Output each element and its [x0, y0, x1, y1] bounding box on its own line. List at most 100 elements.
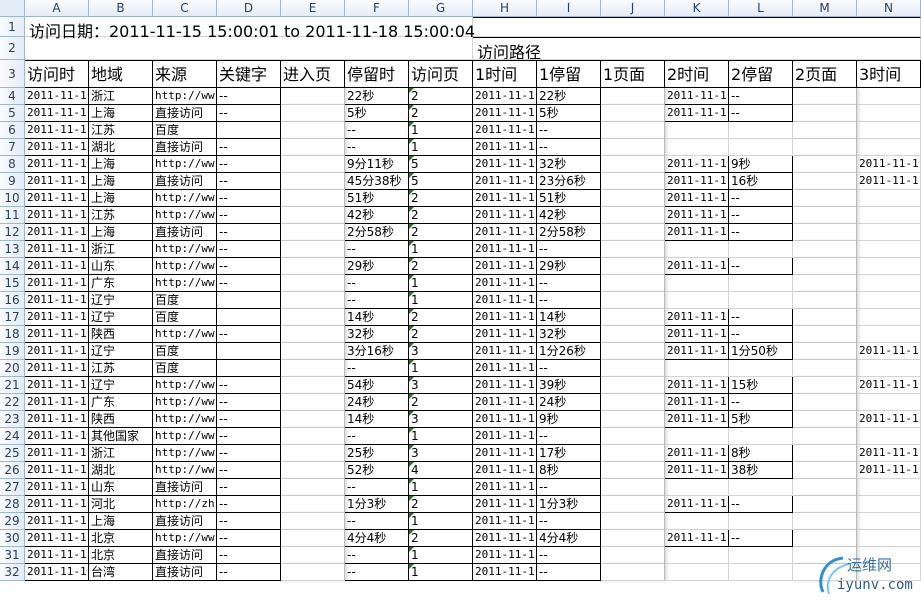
cell-k27[interactable] [665, 479, 729, 496]
cell-a21[interactable]: 2011-11-1 [25, 377, 89, 394]
cell-n30[interactable] [857, 530, 921, 547]
cell-b22[interactable]: 广东 [89, 394, 153, 411]
cell-m25[interactable] [793, 445, 857, 462]
row2-empty-cells[interactable] [25, 37, 473, 60]
cell-l12[interactable]: -- [729, 224, 793, 241]
cell-d28[interactable]: -- [217, 496, 281, 513]
cell-i22[interactable]: 24秒 [537, 394, 601, 411]
cell-i18[interactable]: 32秒 [537, 326, 601, 343]
column-title-13[interactable]: 2页面 [793, 60, 857, 88]
cell-h4[interactable]: 2011-11-1 [473, 88, 537, 105]
cell-b30[interactable]: 北京 [89, 530, 153, 547]
cell-i30[interactable]: 4分4秒 [537, 530, 601, 547]
cell-n23[interactable]: 2011-11-1 [857, 411, 921, 428]
cell-m15[interactable] [793, 275, 857, 292]
cell-k26[interactable]: 2011-11-1 [665, 462, 729, 479]
cell-l16[interactable] [729, 292, 793, 309]
cell-e4[interactable] [281, 88, 345, 105]
cell-h27[interactable]: 2011-11-1 [473, 479, 537, 496]
cell-g26[interactable]: 4 [409, 462, 473, 479]
cell-e8[interactable] [281, 156, 345, 173]
cell-j6[interactable] [601, 122, 665, 139]
cell-f32[interactable]: -- [345, 564, 409, 581]
cell-i13[interactable]: -- [537, 241, 601, 258]
cell-b8[interactable]: 上海 [89, 156, 153, 173]
cell-g31[interactable]: 1 [409, 547, 473, 564]
cell-f6[interactable]: -- [345, 122, 409, 139]
column-header-f[interactable]: F [345, 0, 409, 17]
cell-k16[interactable] [665, 292, 729, 309]
cell-a8[interactable]: 2011-11-1 [25, 156, 89, 173]
cell-l17[interactable]: -- [729, 309, 793, 326]
cell-j23[interactable] [601, 411, 665, 428]
cell-l20[interactable] [729, 360, 793, 377]
cell-j31[interactable] [601, 547, 665, 564]
row-header-10[interactable]: 10 [0, 190, 25, 207]
cell-m29[interactable] [793, 513, 857, 530]
cell-f26[interactable]: 52秒 [345, 462, 409, 479]
cell-d5[interactable]: -- [217, 105, 281, 122]
cell-g19[interactable]: 3 [409, 343, 473, 360]
cell-g9[interactable]: 5 [409, 173, 473, 190]
cell-i5[interactable]: 5秒 [537, 105, 601, 122]
cell-b5[interactable]: 上海 [89, 105, 153, 122]
cell-g17[interactable]: 2 [409, 309, 473, 326]
cell-c32[interactable]: 直接访问 [153, 564, 217, 581]
cell-f27[interactable]: -- [345, 479, 409, 496]
row-header-29[interactable]: 29 [0, 513, 25, 530]
row-header-23[interactable]: 23 [0, 411, 25, 428]
cell-k21[interactable]: 2011-11-1 [665, 377, 729, 394]
visit-path-label[interactable]: 访问路径 [473, 37, 921, 60]
cell-l26[interactable]: 38秒 [729, 462, 793, 479]
cell-h9[interactable]: 2011-11-1 [473, 173, 537, 190]
cell-j10[interactable] [601, 190, 665, 207]
cell-n22[interactable] [857, 394, 921, 411]
column-header-b[interactable]: B [89, 0, 153, 17]
cell-b9[interactable]: 上海 [89, 173, 153, 190]
cell-e13[interactable] [281, 241, 345, 258]
cell-j19[interactable] [601, 343, 665, 360]
cell-a10[interactable]: 2011-11-1 [25, 190, 89, 207]
cell-b4[interactable]: 浙江 [89, 88, 153, 105]
cell-m9[interactable] [793, 173, 857, 190]
cell-d6[interactable] [217, 122, 281, 139]
cell-n15[interactable] [857, 275, 921, 292]
column-title-12[interactable]: 2停留 [729, 60, 793, 88]
cell-h32[interactable]: 2011-11-1 [473, 564, 537, 581]
column-header-g[interactable]: G [409, 0, 473, 17]
cell-i12[interactable]: 2分58秒 [537, 224, 601, 241]
cell-d10[interactable]: -- [217, 190, 281, 207]
cell-j13[interactable] [601, 241, 665, 258]
cell-k5[interactable]: 2011-11-1 [665, 105, 729, 122]
cell-d18[interactable]: -- [217, 326, 281, 343]
cell-e31[interactable] [281, 547, 345, 564]
cell-n28[interactable] [857, 496, 921, 513]
cell-k32[interactable] [665, 564, 729, 581]
cell-d13[interactable]: -- [217, 241, 281, 258]
row1-empty-cells[interactable] [473, 17, 921, 37]
cell-n19[interactable]: 2011-11-1 [857, 343, 921, 360]
cell-g6[interactable]: 1 [409, 122, 473, 139]
cell-l32[interactable] [729, 564, 793, 581]
column-title-7[interactable]: 访问页 [409, 60, 473, 88]
cell-b11[interactable]: 江苏 [89, 207, 153, 224]
cell-e30[interactable] [281, 530, 345, 547]
cell-a17[interactable]: 2011-11-1 [25, 309, 89, 326]
cell-j29[interactable] [601, 513, 665, 530]
cell-k6[interactable] [665, 122, 729, 139]
cell-k25[interactable]: 2011-11-1 [665, 445, 729, 462]
cell-g16[interactable]: 1 [409, 292, 473, 309]
cell-j22[interactable] [601, 394, 665, 411]
cell-h11[interactable]: 2011-11-1 [473, 207, 537, 224]
cell-e14[interactable] [281, 258, 345, 275]
cell-n5[interactable] [857, 105, 921, 122]
cell-n14[interactable] [857, 258, 921, 275]
cell-m5[interactable] [793, 105, 857, 122]
cell-f16[interactable]: -- [345, 292, 409, 309]
row-header-4[interactable]: 4 [0, 88, 25, 105]
cell-c26[interactable]: http://ww [153, 462, 217, 479]
cell-h17[interactable]: 2011-11-1 [473, 309, 537, 326]
cell-d22[interactable]: -- [217, 394, 281, 411]
column-header-c[interactable]: C [153, 0, 217, 17]
cell-m24[interactable] [793, 428, 857, 445]
